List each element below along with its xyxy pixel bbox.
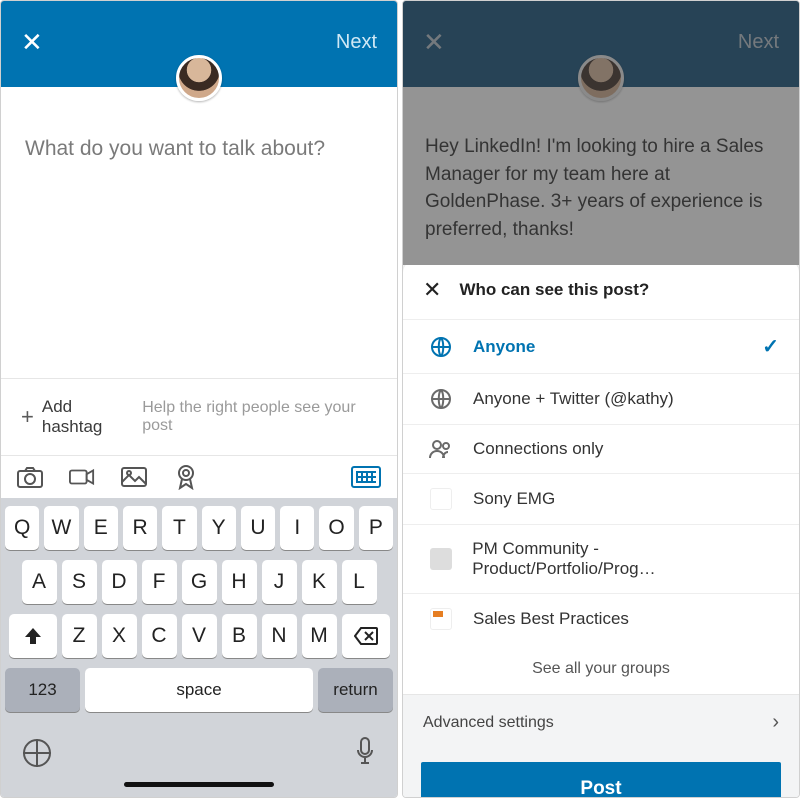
key-c[interactable]: C (142, 614, 177, 658)
see-all-groups-link[interactable]: See all your groups (403, 644, 799, 694)
key-z[interactable]: Z (62, 614, 97, 658)
image-icon[interactable] (121, 466, 147, 488)
compose-header: ✕ Next (1, 1, 397, 87)
plus-icon: + (21, 406, 34, 428)
option-label: PM Community - Product/Portfolio/Prog… (472, 539, 779, 579)
key-h[interactable]: H (222, 560, 257, 604)
key-r[interactable]: R (123, 506, 157, 550)
keyboard-icon[interactable] (351, 466, 381, 488)
globe-icon (427, 336, 455, 358)
visibility-option-group-pm[interactable]: PM Community - Product/Portfolio/Prog… (403, 524, 799, 593)
visibility-option-group-sony[interactable]: Sony EMG (403, 473, 799, 524)
visibility-option-anyone-twitter[interactable]: Anyone + Twitter (@kathy) (403, 373, 799, 424)
ios-keyboard: QWERTYUIOP ASDFGHJKL ZXCVBNM 123 space r… (1, 498, 397, 797)
group-thumbnail (427, 488, 455, 510)
modal-scrim[interactable] (403, 1, 799, 265)
key-s[interactable]: S (62, 560, 97, 604)
key-j[interactable]: J (262, 560, 297, 604)
key-b[interactable]: B (222, 614, 257, 658)
key-q[interactable]: Q (5, 506, 39, 550)
key-l[interactable]: L (342, 560, 377, 604)
compose-placeholder: What do you want to talk about? (25, 137, 373, 161)
option-label: Anyone + Twitter (@kathy) (473, 389, 674, 409)
key-w[interactable]: W (44, 506, 78, 550)
key-p[interactable]: P (359, 506, 393, 550)
key-t[interactable]: T (162, 506, 196, 550)
key-n[interactable]: N (262, 614, 297, 658)
option-label: Connections only (473, 439, 603, 459)
dimmed-compose-background: ✕ Next Hey LinkedIn! I'm looking to hire… (403, 1, 799, 265)
camera-icon[interactable] (17, 466, 43, 488)
avatar[interactable] (176, 55, 222, 101)
sheet-close-button[interactable]: ✕ (423, 277, 441, 303)
option-label: Sales Best Practices (473, 609, 629, 629)
people-icon (427, 439, 455, 459)
award-icon[interactable] (173, 466, 199, 488)
key-f[interactable]: F (142, 560, 177, 604)
space-key[interactable]: space (85, 668, 313, 712)
key-d[interactable]: D (102, 560, 137, 604)
key-o[interactable]: O (319, 506, 353, 550)
key-x[interactable]: X (102, 614, 137, 658)
key-g[interactable]: G (182, 560, 217, 604)
home-indicator[interactable] (124, 782, 274, 787)
advanced-settings-label: Advanced settings (423, 714, 554, 732)
visibility-option-group-sales[interactable]: Sales Best Practices (403, 593, 799, 644)
advanced-settings-row[interactable]: Advanced settings › (403, 694, 799, 750)
check-icon: ✓ (762, 334, 779, 359)
video-icon[interactable] (69, 466, 95, 488)
globe-icon (427, 388, 455, 410)
backspace-key[interactable] (342, 614, 390, 658)
mic-icon[interactable] (355, 737, 375, 770)
add-hashtag-button[interactable]: Add hashtag (42, 397, 132, 437)
hashtag-row: + Add hashtag Help the right people see … (1, 378, 397, 455)
post-button[interactable]: Post (421, 762, 781, 798)
compose-textarea[interactable]: What do you want to talk about? (1, 87, 397, 378)
attachment-toolbar (1, 455, 397, 498)
group-thumbnail (427, 548, 454, 570)
group-thumbnail (427, 608, 455, 630)
key-v[interactable]: V (182, 614, 217, 658)
chevron-right-icon: › (772, 711, 779, 734)
visibility-sheet-screen: ✕ Next Hey LinkedIn! I'm looking to hire… (402, 0, 800, 798)
compose-screen: ✕ Next What do you want to talk about? +… (0, 0, 398, 798)
option-label: Sony EMG (473, 489, 555, 509)
visibility-option-connections[interactable]: Connections only (403, 424, 799, 473)
option-label: Anyone (473, 337, 535, 357)
hashtag-hint: Help the right people see your post (142, 399, 377, 435)
globe-icon[interactable] (23, 739, 51, 767)
close-button[interactable]: ✕ (21, 29, 43, 55)
next-button[interactable]: Next (336, 31, 377, 54)
sheet-title: Who can see this post? (459, 280, 649, 300)
visibility-sheet: ✕ Who can see this post? Anyone ✓ Anyone… (403, 259, 799, 798)
key-m[interactable]: M (302, 614, 337, 658)
key-e[interactable]: E (84, 506, 118, 550)
key-i[interactable]: I (280, 506, 314, 550)
numbers-key[interactable]: 123 (5, 668, 80, 712)
key-y[interactable]: Y (202, 506, 236, 550)
shift-key[interactable] (9, 614, 57, 658)
key-a[interactable]: A (22, 560, 57, 604)
return-key[interactable]: return (318, 668, 393, 712)
key-k[interactable]: K (302, 560, 337, 604)
visibility-option-anyone[interactable]: Anyone ✓ (403, 319, 799, 373)
key-u[interactable]: U (241, 506, 275, 550)
